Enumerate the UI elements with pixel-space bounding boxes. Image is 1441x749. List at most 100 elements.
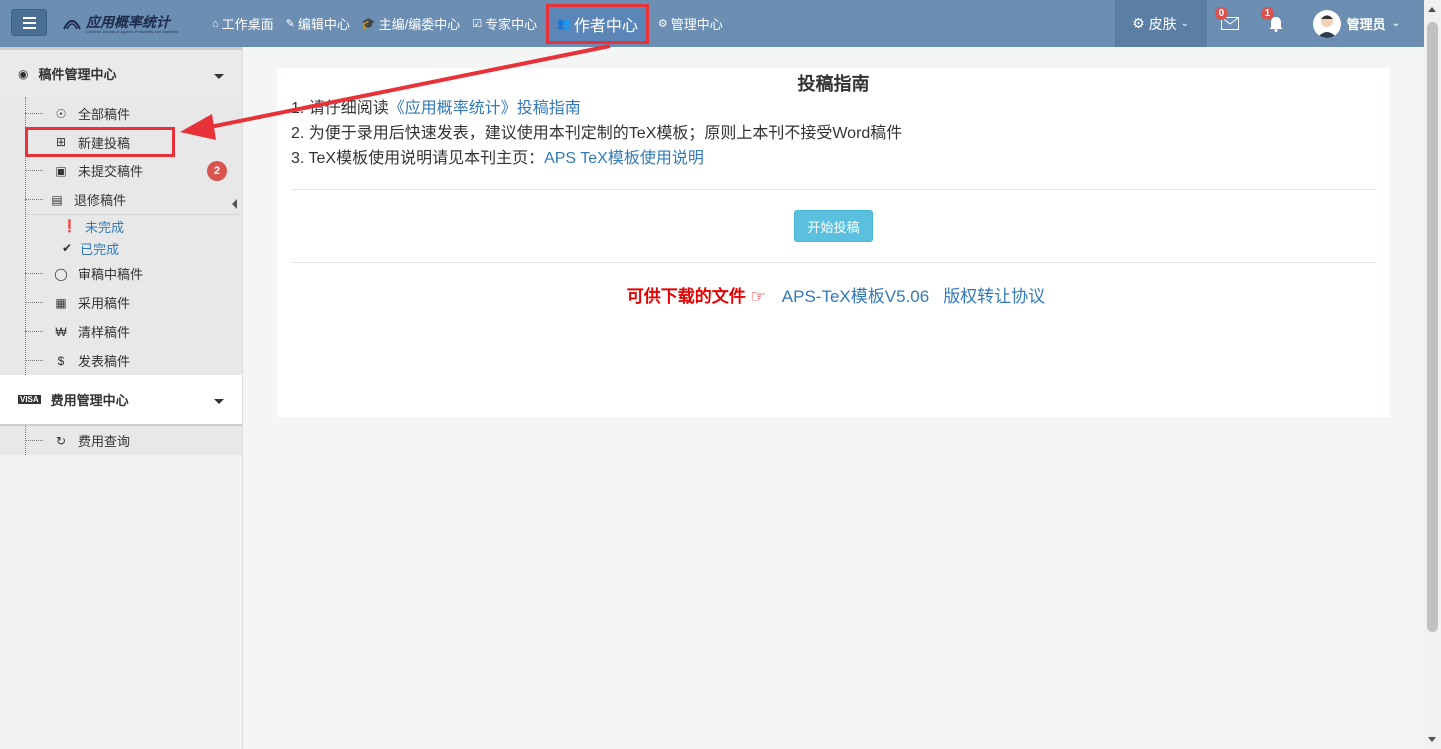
comment-icon: ◯ <box>54 266 68 281</box>
nav-expert-center[interactable]: ☑ 专家中心 <box>466 0 543 47</box>
collapse-arrow-icon[interactable] <box>232 199 237 209</box>
sidebar-item-new-submission[interactable]: ⊞ 新建投稿 <box>25 127 175 157</box>
visa-card-icon: VISA <box>18 395 41 404</box>
downloads-label-text: 可供下载的文件 <box>626 287 746 306</box>
scroll-thumb[interactable] <box>1427 22 1438 632</box>
nav-workdesk-label: 工作桌面 <box>221 17 274 32</box>
sidebar-item-fee-query[interactable]: ↻ 费用查询 <box>0 426 242 455</box>
nav-admin-center-label: 管理中心 <box>670 17 723 32</box>
nav-editor-center-label: 编辑中心 <box>297 17 350 32</box>
submission-guide-panel: 投稿指南 1. 请仔细阅读《应用概率统计》投稿指南 2. 为便于录用后快速发表，… <box>277 68 1390 417</box>
user-menu[interactable]: 管理员 ⌄ <box>1299 9 1424 38</box>
compass-icon: ◉ <box>18 66 29 81</box>
guide-line-1-text: 1. 请仔细阅读 <box>291 100 389 117</box>
fee-management-label: 费用管理中心 <box>50 393 129 408</box>
manuscript-management-header[interactable]: ◉ 稿件管理中心 <box>0 47 242 97</box>
check-square-icon: ☑ <box>472 18 483 30</box>
downloads-row: 可供下载的文件 ☞ APS-TeX模板V5.06 版权转让协议 <box>277 282 1390 307</box>
nav-editor-center[interactable]: ✎ 编辑中心 <box>280 0 356 47</box>
briefcase-icon: ▣ <box>55 163 67 178</box>
nav-author-center-label: 作者中心 <box>573 17 638 35</box>
life-ring-icon: ☉ <box>55 106 67 121</box>
manuscript-management-label: 稿件管理中心 <box>38 67 117 82</box>
menu-toggle-button[interactable] <box>11 9 47 36</box>
dollar-icon: $ <box>57 353 65 368</box>
logo-title: 应用概率统计 <box>86 15 170 31</box>
gear-icon: ⚙ <box>657 18 668 30</box>
plus-square-icon: ⊞ <box>55 135 67 149</box>
refresh-icon: ↻ <box>55 433 67 448</box>
chevron-down-icon: ⌄ <box>1180 18 1190 29</box>
sidebar-item-under-review[interactable]: ◯ 审稿中稿件 <box>0 259 242 288</box>
manuscript-submenu: ☉ 全部稿件 ⊞ 新建投稿 ▣ 未提交稿件 2 ▤ 退修稿件 ❗ 未完成 ✔ 已… <box>0 97 242 375</box>
sidebar-item-revision[interactable]: ▤ 退修稿件 <box>0 185 242 214</box>
mail-button[interactable]: 0 <box>1207 0 1253 47</box>
guide-link[interactable]: 《应用概率统计》投稿指南 <box>389 100 581 117</box>
sidebar-item-label: 审稿中稿件 <box>78 267 144 282</box>
fee-management-header[interactable]: VISA 费用管理中心 <box>0 375 242 424</box>
sidebar-item-label: 发表稿件 <box>78 354 131 369</box>
journal-logo[interactable]: 应用概率统计 Chinese Journal of Applied Probab… <box>62 10 182 36</box>
guide-line-2: 2. 为便于录用后快速发表，建议使用本刊定制的TeX模板；原则上本刊不接受Wor… <box>291 125 903 142</box>
sidebar-item-label: 费用查询 <box>78 434 131 449</box>
gear-icon: ⚙ <box>1132 15 1145 31</box>
caret-down-icon <box>214 399 224 404</box>
nav-workdesk[interactable]: ⌂ 工作桌面 <box>206 0 280 47</box>
sidebar-item-label: 采用稿件 <box>78 296 131 311</box>
skin-dropdown[interactable]: ⚙ 皮肤 ⌄ <box>1114 0 1207 47</box>
sidebar-item-label: 新建投稿 <box>78 135 131 151</box>
tex-template-instructions-link[interactable]: APS TeX模板使用说明 <box>544 150 704 167</box>
sidebar-item-label: 已完成 <box>80 241 120 257</box>
top-navbar: 应用概率统计 Chinese Journal of Applied Probab… <box>0 0 1424 47</box>
scroll-down-icon[interactable] <box>1428 737 1436 742</box>
nav-chief-editor-center[interactable]: 🎓 主编/编委中心 <box>356 0 466 47</box>
unsubmitted-count-badge: 2 <box>207 160 227 181</box>
sidebar-item-label: 清样稿件 <box>78 325 131 340</box>
nav-admin-center[interactable]: ⚙ 管理中心 <box>652 0 729 47</box>
user-name: 管理员 <box>1346 17 1386 32</box>
sidebar-item-accepted[interactable]: ▦ 采用稿件 <box>0 288 242 317</box>
users-icon: 👥 <box>557 18 571 30</box>
guide-line-3-text: 3. TeX模板使用说明请见本刊主页： <box>291 150 545 167</box>
divider <box>291 262 1376 263</box>
sidebar-item-label: 未提交稿件 <box>78 164 144 179</box>
mail-count-badge: 0 <box>1214 7 1229 20</box>
nav-expert-center-label: 专家中心 <box>485 17 538 32</box>
sidebar-item-proof[interactable]: ₩ 清样稿件 <box>0 317 242 346</box>
scroll-up-icon[interactable] <box>1428 7 1436 12</box>
notification-button[interactable]: 1 <box>1253 0 1299 47</box>
map-icon: ▦ <box>55 295 67 310</box>
book-icon: ▤ <box>51 192 63 207</box>
guide-line-1: 1. 请仔细阅读《应用概率统计》投稿指南 <box>291 96 1390 121</box>
nav-author-center[interactable]: 👥 作者中心 <box>546 3 649 44</box>
guide-line-3: 3. TeX模板使用说明请见本刊主页：APS TeX模板使用说明 <box>291 146 1390 171</box>
nav-chief-editor-center-label: 主编/编委中心 <box>378 17 461 32</box>
page-title: 投稿指南 <box>797 74 870 94</box>
avatar <box>1312 9 1341 38</box>
download-copyright-agreement-link[interactable]: 版权转让协议 <box>943 282 1045 307</box>
download-tex-template-link[interactable]: APS-TeX模板V5.06 <box>782 282 929 307</box>
start-submission-button[interactable]: 开始投稿 <box>794 210 873 242</box>
navbar-right: ⚙ 皮肤 ⌄ 0 1 管理员 ⌄ <box>1114 0 1424 47</box>
fee-submenu: ↻ 费用查询 <box>0 424 242 455</box>
sidebar-item-unsubmitted[interactable]: ▣ 未提交稿件 2 <box>0 156 242 185</box>
logo-subtitle: Chinese Journal of Applied Probability a… <box>86 29 179 34</box>
hand-pointer-icon: ☞ <box>750 287 766 306</box>
logo-mark-icon <box>63 20 81 30</box>
home-icon: ⌂ <box>212 17 219 30</box>
notification-count-badge: 1 <box>1260 7 1275 20</box>
page-scrollbar[interactable] <box>1424 0 1441 749</box>
exclamation-circle-icon: ❗ <box>62 219 77 233</box>
graduation-cap-icon: 🎓 <box>361 18 376 30</box>
sidebar-item-label: 全部稿件 <box>78 107 131 122</box>
sidebar-item-revision-incomplete[interactable]: ❗ 未完成 <box>0 215 242 237</box>
skin-label: 皮肤 <box>1148 15 1177 32</box>
downloads-label: 可供下载的文件 ☞ <box>627 282 766 307</box>
sidebar-item-published[interactable]: $ 发表稿件 <box>0 346 242 375</box>
guide-list: 1. 请仔细阅读《应用概率统计》投稿指南 2. 为便于录用后快速发表，建议使用本… <box>277 96 1390 171</box>
sidebar-item-all-manuscripts[interactable]: ☉ 全部稿件 <box>0 99 242 128</box>
sidebar-item-label: 未完成 <box>84 219 124 235</box>
chevron-down-icon: ⌄ <box>1391 18 1400 29</box>
sidebar-item-revision-completed[interactable]: ✔ 已完成 <box>0 237 242 259</box>
won-icon: ₩ <box>55 324 67 339</box>
